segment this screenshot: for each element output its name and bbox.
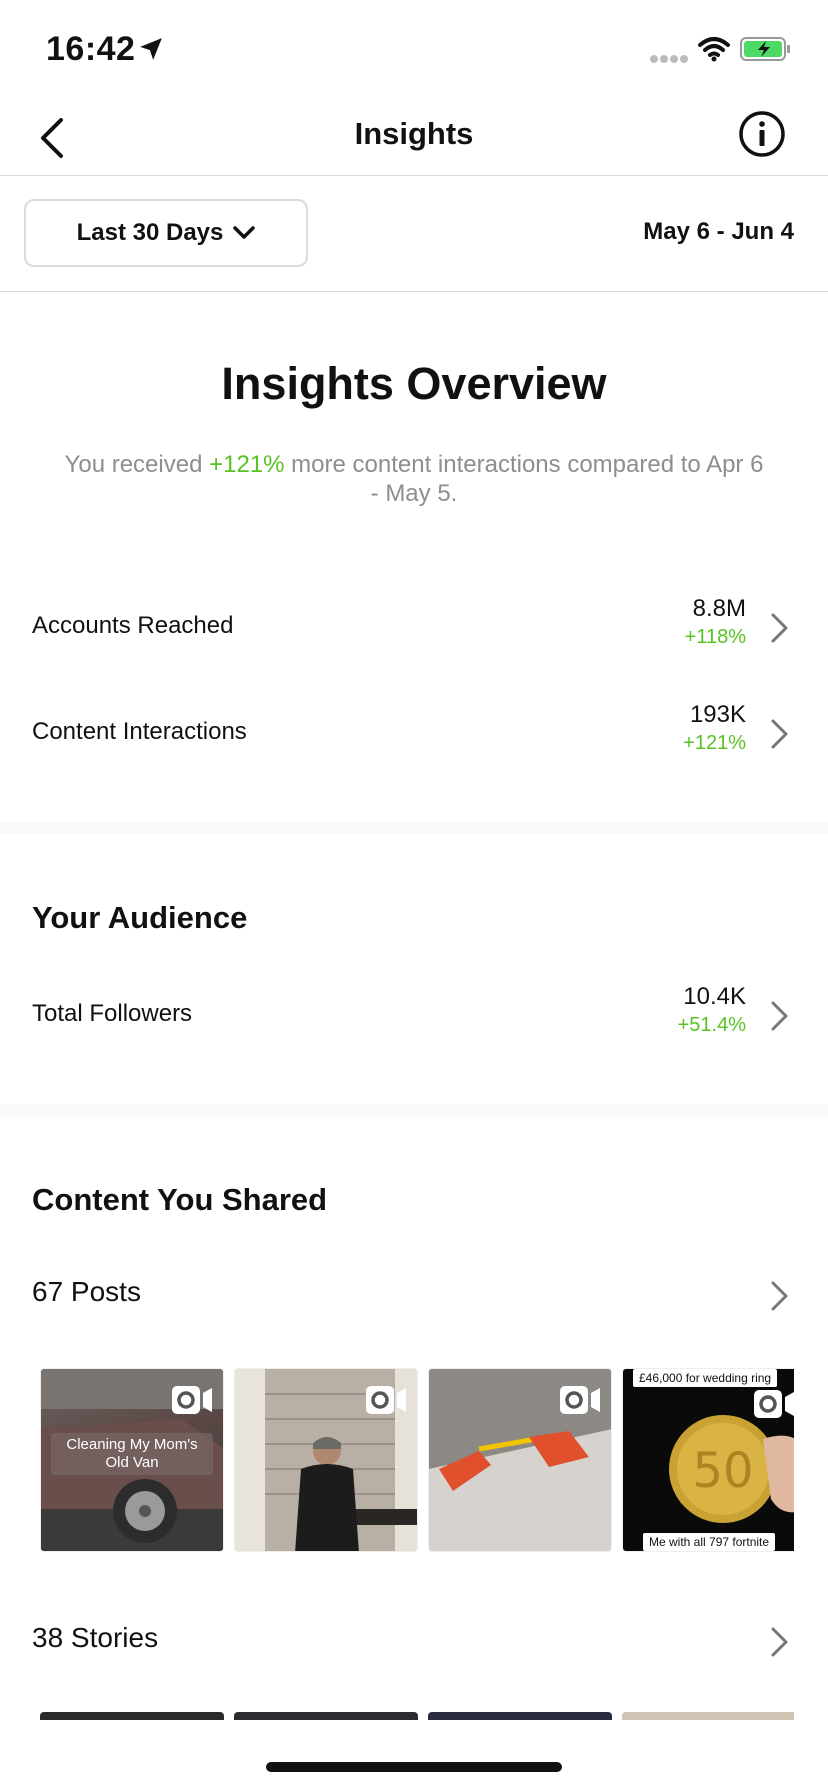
svg-text:50: 50 — [692, 1443, 753, 1499]
metric-change: +51.4% — [677, 1014, 746, 1036]
thumbnail-top-text: £46,000 for wedding ring — [633, 1369, 778, 1387]
video-icon — [560, 1386, 600, 1414]
video-icon — [754, 1390, 794, 1418]
nav-header: Insights — [0, 100, 828, 176]
status-time: 16:42 — [46, 30, 136, 68]
content-section-title: Content You Shared — [32, 1182, 328, 1217]
wifi-icon — [698, 37, 730, 62]
filter-row: Last 30 Days May 6 - Jun 4 — [0, 176, 828, 292]
chevron-right-icon — [771, 1627, 788, 1657]
metric-value: 8.8M — [692, 595, 746, 622]
story-thumbnail[interactable] — [40, 1712, 224, 1720]
audience-section-title: Your Audience — [32, 900, 248, 935]
metric-label: Total Followers — [32, 1000, 193, 1027]
story-thumbnail[interactable] — [428, 1712, 612, 1720]
metric-value: 10.4K — [683, 983, 746, 1010]
stories-row[interactable]: 38 Stories — [0, 1602, 828, 1682]
home-indicator[interactable] — [266, 1762, 562, 1772]
section-divider — [0, 822, 828, 834]
cellular-signal-icon — [650, 55, 688, 63]
metric-values: 193K +121% — [683, 700, 746, 756]
posts-count-label: 67 Posts — [32, 1276, 141, 1307]
status-bar: 16:42 — [0, 0, 828, 100]
post-thumbnail[interactable] — [428, 1368, 612, 1552]
video-icon — [172, 1386, 212, 1414]
overview-title: Insights Overview — [221, 358, 607, 409]
chevron-down-icon — [233, 226, 256, 239]
chevron-right-icon — [771, 1001, 788, 1031]
metric-change: +121% — [683, 732, 746, 754]
metric-value: 193K — [689, 701, 746, 728]
chevron-right-icon — [771, 1281, 788, 1311]
overview-summary-suffix: more content interactions compared to Ap… — [284, 451, 764, 507]
section-divider — [0, 1104, 828, 1116]
date-range-dropdown-label: Last 30 Days — [76, 219, 224, 246]
post-thumbnail[interactable] — [234, 1368, 418, 1552]
info-icon[interactable] — [738, 110, 786, 158]
chevron-right-icon — [771, 613, 788, 643]
battery-charging-icon — [740, 37, 790, 61]
posts-thumbnail-strip: Cleaning My Mom's Old Van 50 £46,000 for… — [40, 1368, 794, 1552]
video-icon — [366, 1386, 406, 1414]
metric-values: 10.4K +51.4% — [678, 982, 746, 1038]
overview-summary-prefix: You received — [64, 451, 210, 478]
date-range-dropdown[interactable]: Last 30 Days — [24, 199, 308, 267]
thumbnail-bottom-text: Me with all 797 fortnite — [643, 1533, 776, 1551]
post-thumbnail[interactable]: Cleaning My Mom's Old Van — [40, 1368, 224, 1552]
page-title: Insights — [354, 116, 474, 151]
metric-row-content-interactions[interactable]: Content Interactions 193K +121% — [0, 690, 828, 780]
story-thumbnail[interactable] — [622, 1712, 794, 1720]
post-thumbnail[interactable]: 50 £46,000 for wedding ring Me with all … — [622, 1368, 794, 1552]
location-arrow-icon — [140, 38, 162, 60]
overview-summary: You received +121% more content interact… — [60, 450, 768, 508]
stories-thumbnail-strip — [40, 1712, 794, 1720]
metric-change: +118% — [684, 626, 746, 648]
date-range-text: May 6 - Jun 4 — [643, 218, 794, 245]
stories-count-label: 38 Stories — [32, 1622, 159, 1653]
thumbnail-caption: Cleaning My Mom's Old Van — [51, 1433, 213, 1475]
chevron-right-icon — [771, 719, 788, 749]
metric-label: Content Interactions — [32, 718, 247, 745]
posts-row[interactable]: 67 Posts — [0, 1256, 828, 1336]
overview-summary-highlight: +121% — [209, 451, 285, 478]
metric-row-accounts-reached[interactable]: Accounts Reached 8.8M +118% — [0, 584, 828, 674]
metric-values: 8.8M +118% — [685, 594, 746, 650]
story-thumbnail[interactable] — [234, 1712, 418, 1720]
metric-row-total-followers[interactable]: Total Followers 10.4K +51.4% — [0, 972, 828, 1062]
metric-label: Accounts Reached — [32, 612, 234, 639]
